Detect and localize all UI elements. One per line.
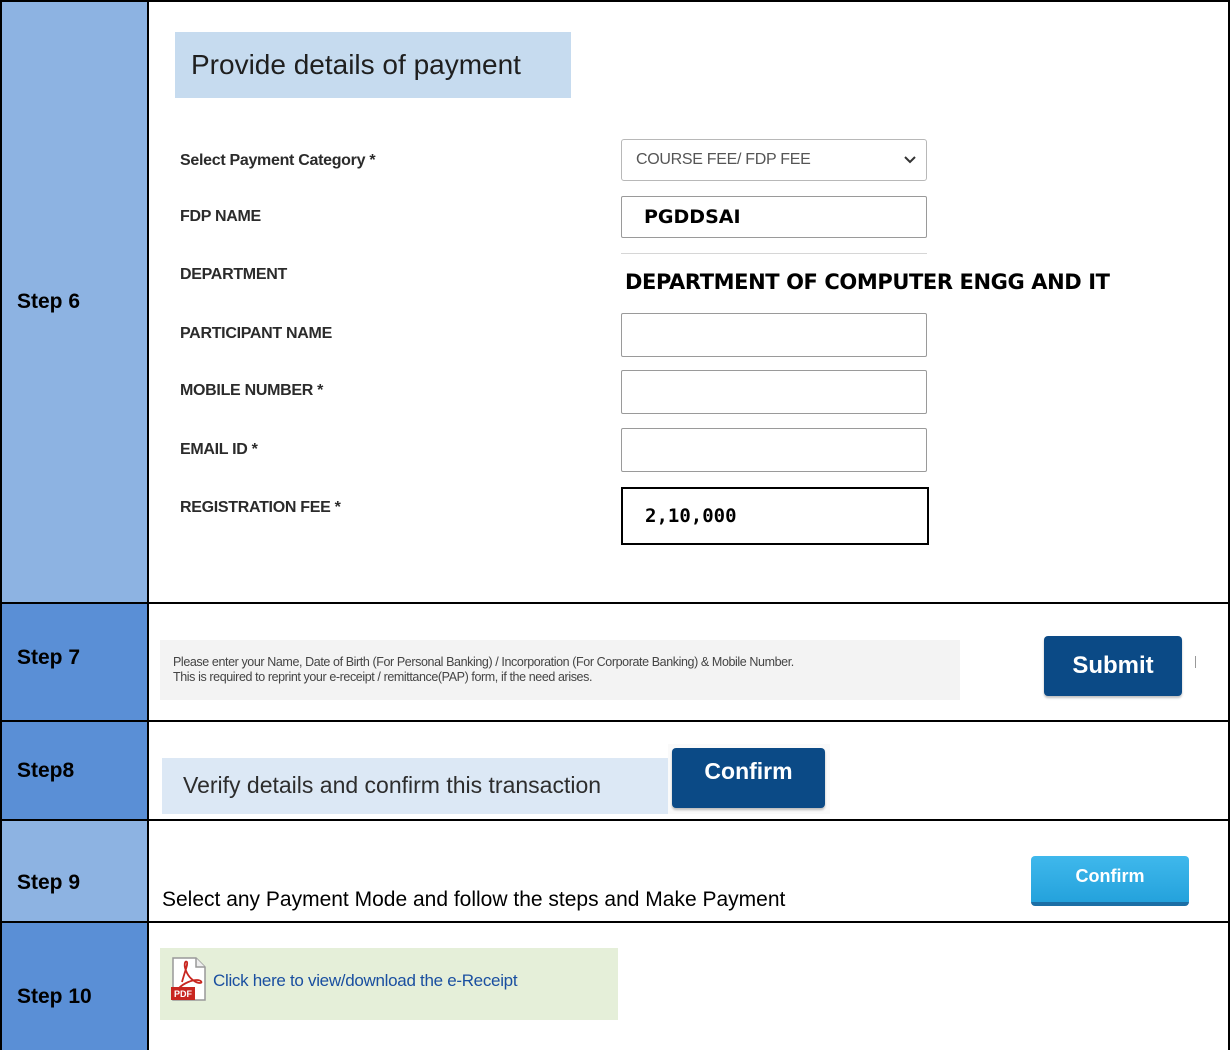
step-6-label: Step 6 [17,290,81,313]
payment-form-heading: Provide details of payment [175,32,571,98]
fdp-name-label: FDP NAME [180,208,261,225]
participant-name-label: PARTICIPANT NAME [180,325,332,342]
payment-form-heading-text: Provide details of payment [191,49,521,80]
payment-category-label: Select Payment Category * [180,152,376,169]
submit-button-label: Submit [1072,652,1154,679]
step-10-label: Step 10 [17,985,92,1008]
fdp-name-field[interactable]: PGDDSAI [621,196,927,238]
table-column-divider [147,0,149,1050]
row-divider-9-10 [0,921,1230,923]
email-id-field[interactable] [621,428,927,472]
participant-name-field[interactable] [621,313,927,357]
step-10-cell: Step 10 [2,923,147,1050]
step-7-instruction-line-1: Please enter your Name, Date of Birth (F… [173,655,794,669]
step-9-confirm-label: Confirm [1075,865,1145,886]
mobile-number-label: MOBILE NUMBER * [180,382,324,399]
step-8-cell: Step8 [2,722,147,819]
step-7-label: Step 7 [17,646,81,669]
pdf-icon-text: PDF [174,989,193,999]
pdf-file-icon: PDF [170,956,208,1002]
registration-fee-label: REGISTRATION FEE * [180,499,341,516]
step-8-label: Step8 [17,758,75,782]
step-8-confirm-label: Confirm [704,757,793,784]
row-divider-7-8 [0,720,1230,722]
step-7-instruction-line-2: This is required to reprint your e-recei… [173,670,593,684]
step-8-confirm-button[interactable]: Confirm [672,748,825,808]
department-label: DEPARTMENT [180,266,287,283]
step-6-cell: Step 6 [2,2,147,602]
step-9-cell: Step 9 [2,821,147,921]
row-divider-8-9 [0,819,1230,821]
step-7-divider-tick [1195,656,1196,668]
step-7-cell: Step 7 [2,604,147,720]
registration-fee-value: 2,10,000 [645,505,737,527]
payment-category-select[interactable]: COURSE FEE/ FDP FEE [621,139,927,181]
payment-category-value: COURSE FEE/ FDP FEE [636,151,811,168]
mobile-number-field[interactable] [621,370,927,414]
step-9-text: Select any Payment Mode and follow the s… [162,888,786,911]
registration-fee-field[interactable]: 2,10,000 [621,487,929,545]
e-receipt-download-link[interactable]: Click here to view/download the e-Receip… [213,971,518,991]
submit-button[interactable]: Submit [1044,636,1182,696]
department-value: DEPARTMENT OF COMPUTER ENGG AND IT [625,270,1110,294]
email-id-label: EMAIL ID * [180,441,258,458]
step-7-instructions: Please enter your Name, Date of Birth (F… [173,655,794,685]
fdp-name-value: PGDDSAI [644,206,741,228]
step-9-confirm-button[interactable]: Confirm [1031,856,1189,906]
table-border-top [0,0,1230,2]
step-8-text: Verify details and confirm this transact… [183,772,602,798]
department-field-edge [621,253,927,254]
row-divider-6-7 [0,602,1230,604]
step-9-label: Step 9 [17,871,81,894]
chevron-down-icon [904,151,916,169]
